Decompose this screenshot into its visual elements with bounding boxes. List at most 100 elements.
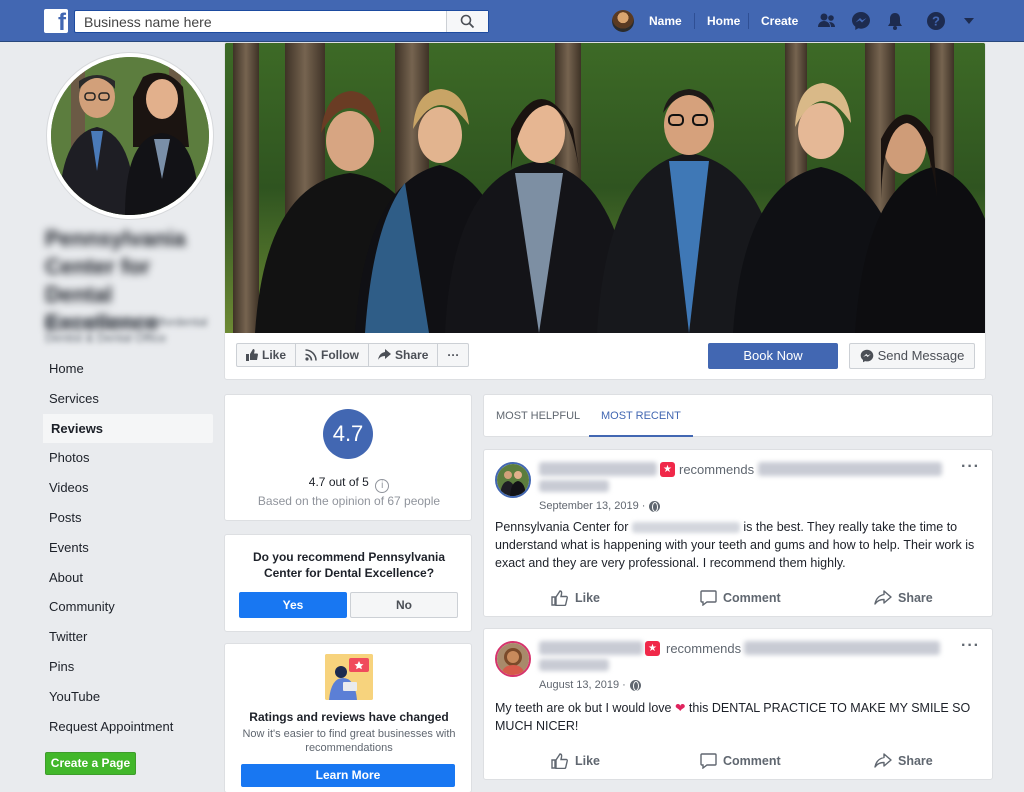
info-icon[interactable]: i — [375, 479, 390, 493]
cover-photo[interactable] — [225, 43, 985, 333]
more-options-button[interactable]: ··· — [438, 344, 468, 366]
notifications-bell-icon[interactable] — [885, 11, 905, 31]
search-box — [74, 10, 489, 33]
sidebar-item-home[interactable]: Home — [41, 354, 213, 384]
sidebar-item-posts[interactable]: Posts — [41, 503, 213, 533]
share-arrow-icon — [378, 349, 392, 360]
sidebar-item-community[interactable]: Community — [41, 592, 213, 622]
review-card: ★ recommends September 13, 2019 · ··· Pe… — [483, 449, 993, 617]
nav-profile-name[interactable]: Name — [649, 14, 682, 28]
review-comment-button[interactable]: Comment — [700, 590, 781, 606]
share-page-button[interactable]: Share — [369, 344, 439, 366]
messenger-icon — [860, 349, 873, 363]
like-label: Like — [262, 348, 287, 362]
review-card: ★ recommends August 13, 2019 · ··· My te… — [483, 628, 993, 780]
follow-label: Follow — [321, 348, 360, 362]
review-like-button[interactable]: Like — [551, 753, 600, 769]
sidebar-item-services[interactable]: Services — [41, 384, 213, 414]
tab-most-helpful[interactable]: MOST HELPFUL — [496, 395, 580, 437]
comment-label: Comment — [723, 754, 781, 768]
comment-bubble-icon — [700, 753, 717, 769]
cover-card: Like Follow Share ··· Book Now Send Mess… — [224, 42, 986, 380]
page-handle-category[interactable]: @pennsylvaniacenterfordental Dentist & D… — [45, 314, 215, 346]
sidebar-item-twitter[interactable]: Twitter — [41, 622, 213, 652]
rating-out-of-text: 4.7 out of 5 — [308, 475, 369, 489]
review-share-button[interactable]: Share — [874, 590, 933, 605]
messenger-icon[interactable] — [851, 11, 871, 31]
review-options-button[interactable]: ··· — [961, 637, 980, 655]
review-text: My teeth are ok but I would love ❤ this … — [495, 699, 985, 735]
friend-requests-icon[interactable] — [817, 11, 837, 31]
tab-most-recent[interactable]: MOST RECENT — [589, 395, 693, 437]
nav-home[interactable]: Home — [707, 14, 740, 28]
comment-label: Comment — [723, 591, 781, 605]
recommend-yes-button[interactable]: Yes — [239, 592, 347, 618]
review-text: Pennsylvania Center for is the best. The… — [495, 518, 985, 572]
reviewer-avatar[interactable] — [495, 462, 531, 498]
recommends-label: recommends — [679, 462, 755, 477]
nav-create[interactable]: Create — [761, 14, 798, 28]
rating-out-of: 4.7 out of 5 i — [225, 475, 473, 493]
reviewer-avatar[interactable] — [495, 641, 531, 677]
page-name-redacted[interactable] — [758, 462, 942, 476]
search-icon — [460, 14, 475, 29]
account-menu-chevron-down-icon[interactable] — [963, 16, 975, 26]
public-globe-icon — [649, 500, 661, 512]
sidebar-item-videos[interactable]: Videos — [41, 473, 213, 503]
review-options-button[interactable]: ··· — [961, 458, 980, 476]
share-label: Share — [898, 753, 933, 768]
review-date-text: August 13, 2019 · — [539, 679, 626, 691]
create-page-button[interactable]: Create a Page — [45, 752, 136, 775]
review-text-start: Pennsylvania Center for — [495, 520, 632, 534]
sidebar-item-events[interactable]: Events — [41, 533, 213, 563]
facebook-logo-icon[interactable]: f — [44, 9, 68, 33]
search-input[interactable] — [75, 11, 445, 32]
top-navigation-bar: f Name Home Create ? — [0, 0, 1024, 42]
rating-based-on: Based on the opinion of 67 people — [257, 494, 441, 508]
book-now-button[interactable]: Book Now — [708, 343, 838, 369]
share-label: Share — [395, 348, 429, 362]
profile-picture[interactable] — [47, 53, 213, 219]
review-action-bar: Like Comment Share — [484, 753, 994, 783]
page-name-redacted[interactable] — [744, 641, 940, 655]
review-comment-button[interactable]: Comment — [700, 753, 781, 769]
ratings-changed-title: Ratings and reviews have changed — [249, 710, 449, 724]
sidebar-item-pins[interactable]: Pins — [41, 652, 213, 682]
recommendations-illustration-icon — [325, 654, 373, 700]
review-share-button[interactable]: Share — [874, 753, 933, 768]
follow-page-button[interactable]: Follow — [296, 344, 370, 366]
cover-action-bar: Like Follow Share ··· Book Now Send Mess… — [225, 333, 985, 379]
like-label: Like — [575, 591, 601, 605]
sidebar-item-reviews[interactable]: Reviews — [41, 413, 213, 444]
like-page-button[interactable]: Like — [237, 344, 297, 366]
help-icon[interactable]: ? — [926, 11, 946, 31]
reviewer-name-redacted[interactable] — [539, 641, 643, 655]
review-date[interactable]: August 13, 2019 · — [539, 679, 641, 691]
profile-photo-image — [51, 57, 209, 215]
sidebar-item-about[interactable]: About — [41, 563, 213, 593]
nav-divider — [748, 13, 749, 29]
user-avatar[interactable] — [612, 10, 634, 32]
learn-more-button[interactable]: Learn More — [241, 764, 455, 787]
review-text-start: My teeth are ok but I would love — [495, 701, 675, 715]
sidebar-item-photos[interactable]: Photos — [41, 443, 213, 473]
reviewer-name-redacted[interactable] — [539, 462, 657, 476]
comment-bubble-icon — [700, 590, 717, 606]
recommends-label: recommends — [666, 641, 742, 656]
review-action-bar: Like Comment Share — [484, 590, 994, 620]
review-sort-tabs: MOST HELPFUL MOST RECENT — [483, 394, 993, 437]
review-like-button[interactable]: Like — [551, 590, 600, 606]
send-message-button[interactable]: Send Message — [849, 343, 975, 369]
rating-summary-card: 4.7 4.7 out of 5 i Based on the opinion … — [224, 394, 472, 521]
ratings-changed-card: Ratings and reviews have changed Now it'… — [224, 643, 472, 792]
sidebar-item-request-appointment[interactable]: Request Appointment — [41, 712, 213, 742]
thumbs-up-icon — [551, 590, 568, 606]
sidebar-item-youtube[interactable]: YouTube — [41, 682, 213, 712]
search-button[interactable] — [446, 11, 488, 32]
review-date[interactable]: September 13, 2019 · — [539, 500, 661, 512]
rss-follow-icon — [305, 349, 317, 361]
recommend-question: Do you recommend Pennsylvania Center for… — [252, 550, 446, 580]
recommend-no-button[interactable]: No — [350, 592, 458, 618]
share-arrow-icon — [874, 590, 892, 605]
recommendation-badge-icon: ★ — [645, 641, 660, 656]
